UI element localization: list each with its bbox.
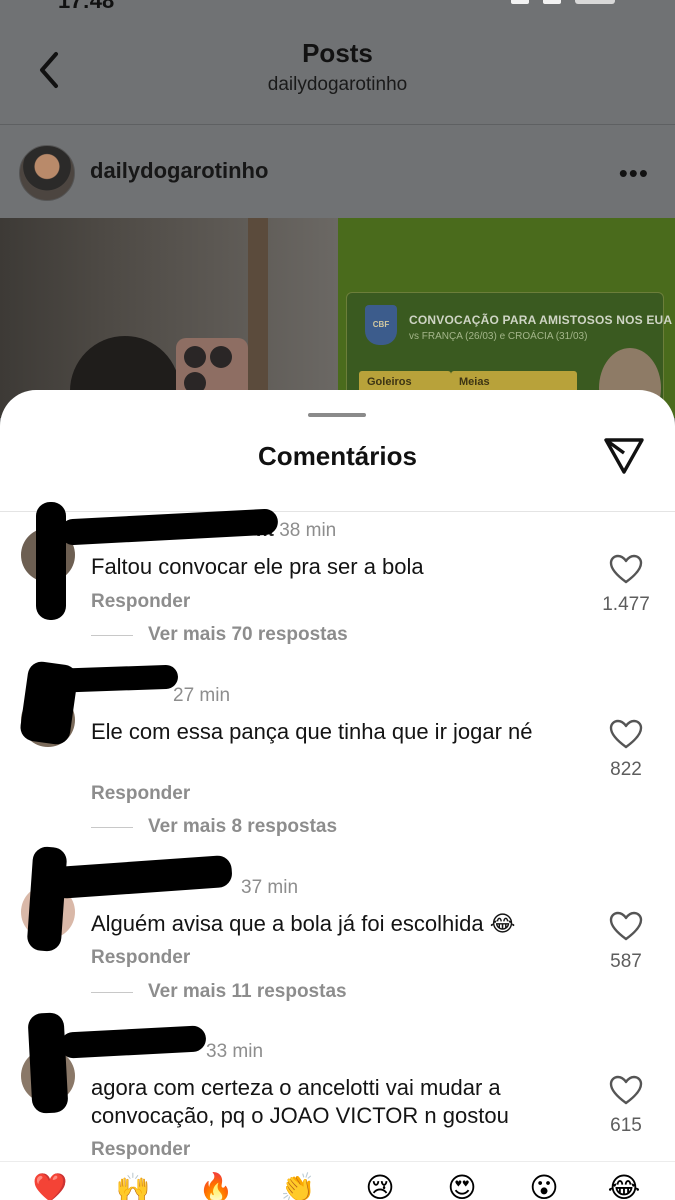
comment-text: Ele com essa pança que tinha que ir joga… <box>91 719 533 744</box>
photo-doorframe <box>248 218 268 418</box>
sheet-grabber[interactable] <box>308 413 366 417</box>
signal-icon <box>511 0 529 4</box>
like-heart-icon[interactable] <box>609 1075 643 1105</box>
status-icons <box>511 0 615 4</box>
like-count: 1.477 <box>602 594 650 615</box>
replies-line <box>91 634 133 636</box>
card-subtitle: vs FRANÇA (26/03) e CROÁCIA (31/03) <box>409 331 588 342</box>
emoji-heart[interactable]: ❤️ <box>26 1168 74 1200</box>
comment-time: 33 min <box>206 1041 264 1062</box>
comment-text: Faltou convocar ele pra ser a bola <box>91 554 424 579</box>
like-heart-icon[interactable] <box>609 911 643 941</box>
comments-sheet: Comentários nt 38 min Faltou convocar el… <box>0 390 675 1200</box>
comment-time: 38 min <box>279 520 337 541</box>
replies-line <box>91 826 133 828</box>
redaction-scribble <box>26 845 68 953</box>
like-count: 822 <box>610 759 642 780</box>
view-more-replies[interactable]: Ver mais 70 respostas <box>91 624 348 646</box>
reply-button[interactable]: Responder <box>91 591 190 613</box>
replies-line <box>91 991 133 993</box>
reply-button[interactable]: Responder <box>91 1139 190 1161</box>
view-more-replies-label: Ver mais 8 respostas <box>148 816 338 837</box>
like-count: 587 <box>610 951 642 972</box>
status-bar: 17:48 <box>0 0 675 13</box>
header-divider <box>0 124 675 125</box>
emoji-crying[interactable]: 😢 <box>356 1168 404 1200</box>
page-title: Posts <box>302 38 373 68</box>
post-author-avatar[interactable] <box>19 145 75 201</box>
comment-text: agora com certeza o ancelotti vai mudar … <box>91 1075 509 1128</box>
sheet-divider <box>0 511 675 512</box>
more-options-icon[interactable]: ••• <box>619 158 649 189</box>
view-more-replies[interactable]: Ver mais 11 respostas <box>91 981 347 1003</box>
post-author-username[interactable]: dailydogarotinho <box>90 158 268 184</box>
comment-item: nt 38 min Faltou convocar ele pra ser a … <box>0 502 675 680</box>
emoji-laughing[interactable]: 😂 <box>600 1168 648 1200</box>
like-count: 615 <box>610 1115 642 1136</box>
reply-button[interactable]: Responder <box>91 947 190 969</box>
view-more-replies-label: Ver mais 70 respostas <box>148 624 348 645</box>
status-time: 17:48 <box>58 0 115 13</box>
cbf-logo: CBF <box>365 305 397 345</box>
redaction-scribble <box>37 664 179 694</box>
photo-graphic: CBF CONVOCAÇÃO PARA AMISTOSOS NOS EUA vs… <box>338 218 675 418</box>
comment-item: 37 min Alguém avisa que a bola já foi es… <box>0 845 675 1037</box>
emoji-fire[interactable]: 🔥 <box>192 1168 240 1200</box>
battery-icon <box>575 0 615 4</box>
wifi-icon <box>543 0 561 4</box>
comment-item: 27 min Ele com essa pança que tinha que … <box>0 659 675 845</box>
comment-time: 37 min <box>241 877 299 898</box>
view-more-replies-label: Ver mais 11 respostas <box>148 981 347 1002</box>
post-image[interactable]: CBF CONVOCAÇÃO PARA AMISTOSOS NOS EUA vs… <box>0 218 675 418</box>
emoji-clap[interactable]: 👏 <box>274 1168 322 1200</box>
redaction-scribble <box>27 1012 69 1114</box>
sheet-title: Comentários <box>258 441 417 471</box>
redaction-scribble <box>36 502 66 620</box>
comment-text: Alguém avisa que a bola já foi escolhida… <box>91 911 516 936</box>
emoji-heart-eyes[interactable]: 😍 <box>438 1168 486 1200</box>
view-more-replies[interactable]: Ver mais 8 respostas <box>91 816 337 838</box>
page-subtitle: dailydogarotinho <box>267 74 408 95</box>
like-heart-icon[interactable] <box>609 719 643 749</box>
card-title: CONVOCAÇÃO PARA AMISTOSOS NOS EUA <box>409 313 673 327</box>
share-icon[interactable] <box>603 436 645 476</box>
like-heart-icon[interactable] <box>609 554 643 584</box>
reply-button[interactable]: Responder <box>91 783 190 805</box>
emoji-reaction-bar: ❤️ 🙌 🔥 👏 😢 😍 😮 😂 <box>0 1161 675 1200</box>
emoji-raised-hands[interactable]: 🙌 <box>109 1168 157 1200</box>
emoji-surprised[interactable]: 😮 <box>520 1168 568 1200</box>
comment-time: 27 min <box>173 685 231 706</box>
